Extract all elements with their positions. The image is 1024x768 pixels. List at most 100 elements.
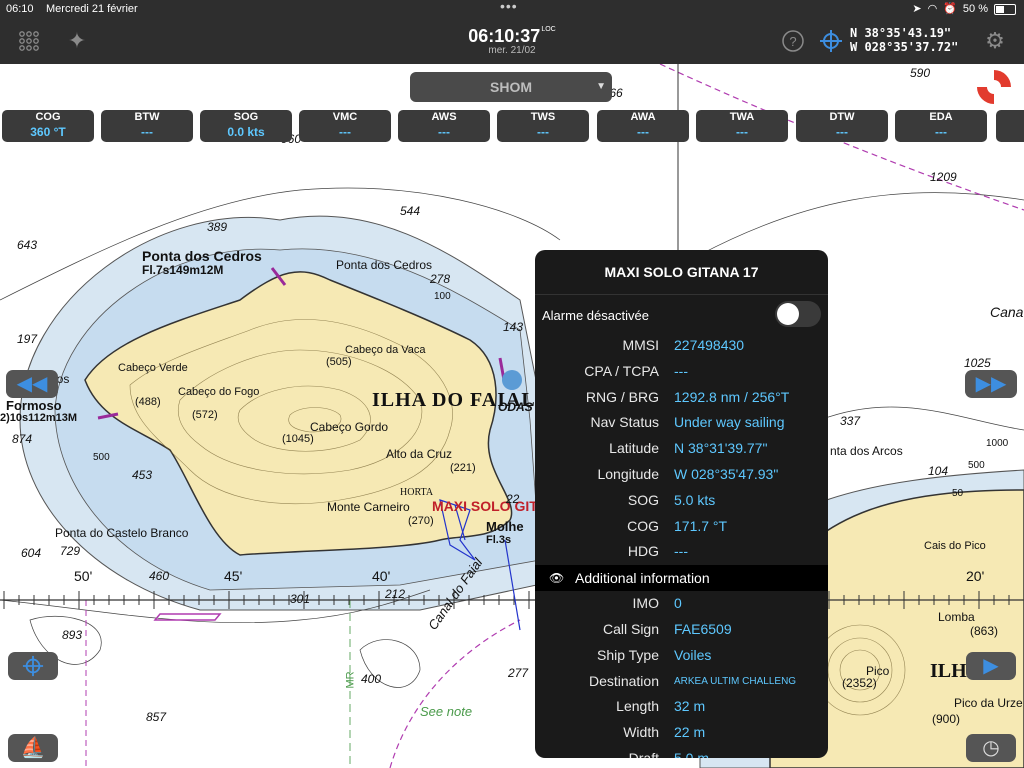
info-key: CPA / TCPA	[584, 362, 659, 379]
settings-gear-icon[interactable]: ⚙	[980, 26, 1010, 56]
info-row: Longitude W 028°35'47.93"	[535, 462, 828, 488]
info-value: 32 m	[674, 698, 706, 715]
center-position-button[interactable]	[8, 652, 58, 680]
lomba-alt-label: (863)	[970, 624, 999, 638]
play-button[interactable]: ▶	[966, 652, 1016, 680]
ponta-cedros-small-label: Ponta dos Cedros	[336, 258, 433, 272]
instrument-sog[interactable]: SOG 0.0 kts	[200, 110, 292, 142]
alto-cruz-label: Alto da Cruz	[386, 447, 453, 461]
info-key: COG	[627, 517, 659, 534]
instrument-vmc[interactable]: VMC ---	[299, 110, 391, 142]
info-row: Latitude N 38°31'39.77"	[535, 436, 828, 462]
instrument-value: ---	[339, 125, 351, 139]
info-key: IMO	[632, 595, 659, 612]
help-icon[interactable]: ?	[778, 26, 808, 56]
info-value: 5.0 kts	[674, 491, 716, 508]
vessel-map-label[interactable]: MAXI SOLO GIT	[432, 498, 538, 514]
info-value: 1292.8 nm / 256°T	[674, 388, 790, 405]
time-button[interactable]: ◷	[966, 734, 1016, 762]
additional-info-header[interactable]: 👁 Additional information	[535, 565, 828, 592]
info-key: Call Sign	[602, 620, 659, 637]
status-time: 06:10	[6, 3, 34, 15]
status-date: Mercredi 21 février	[46, 3, 138, 15]
additional-info-label: Additional information	[575, 570, 710, 587]
depth-label: 389	[207, 220, 228, 234]
fast-forward-icon: ▶▶	[975, 373, 1007, 395]
info-key: Draft	[628, 749, 659, 758]
depth-label: 104	[928, 464, 949, 478]
rewind-icon: ◀◀	[16, 373, 48, 395]
instrument-cog[interactable]: COG 360 °T	[2, 110, 94, 142]
depth-label: 874	[12, 432, 33, 446]
info-value: 171.7 °T	[674, 517, 728, 534]
clock-time: 06:10:37	[468, 26, 541, 46]
depth-label: 500	[93, 452, 110, 463]
info-value: 227498430	[674, 337, 745, 353]
info-key: Width	[623, 724, 659, 741]
pico-urze-alt-label: (900)	[932, 712, 961, 726]
info-row: CPA / TCPA ---	[535, 359, 828, 385]
grid-menu-icon[interactable]	[14, 26, 44, 56]
ponta-arcos-label: nta dos Arcos	[830, 444, 903, 458]
info-row: IMO 0	[535, 591, 828, 617]
alarm-row: Alarme désactivée	[535, 295, 828, 333]
instrument-label: EDA	[929, 111, 953, 123]
formoso-light-label: 2)10s112m13M	[0, 412, 78, 424]
ponta-cedros-light-label: Fl.7s149m12M	[142, 263, 224, 277]
instrument-tws[interactable]: TWS ---	[497, 110, 589, 142]
spot-height: (1045)	[282, 433, 314, 445]
info-value: Voiles	[674, 646, 712, 663]
nautical-chart[interactable]: ILHA DO FAIAL ILHA DO Ponta dos Cedros F…	[0, 64, 1024, 768]
battery-percent: 50 %	[962, 3, 988, 15]
lifebuoy-mob-icon[interactable]	[977, 70, 1011, 104]
cabeco-fogo-label: Cabeço do Fogo	[178, 386, 260, 398]
wifi-icon: ◠	[927, 3, 938, 15]
top-toolbar: ✦ 06:10:37LOC mer. 21/02 ? N 38°35'43.19…	[0, 18, 1024, 64]
cais-pico-label: Cais do Pico	[924, 540, 986, 552]
info-row: MMSI 227498430	[535, 333, 828, 359]
rewind-button[interactable]: ◀◀	[6, 370, 58, 398]
instrument-label: COG	[35, 111, 61, 123]
chart-source-label: SHOM	[490, 79, 532, 95]
molhe-label: Molhe	[486, 519, 524, 534]
info-row: Draft 5.0 m	[535, 746, 828, 758]
instrument-btw[interactable]: BTW ---	[101, 110, 193, 142]
chart-source-selector[interactable]: SHOM ▼	[410, 72, 612, 102]
mr-label: MR	[344, 671, 357, 689]
alarm-toggle[interactable]	[775, 301, 821, 327]
boat-view-button[interactable]: ⛵	[8, 734, 58, 762]
instrument-twa[interactable]: TWA ---	[696, 110, 788, 142]
instrument-value: ---	[736, 125, 748, 139]
info-row: Length 32 m	[535, 694, 828, 720]
depth-label: 590	[910, 66, 931, 80]
depth-label: 278	[430, 272, 451, 286]
fast-forward-button[interactable]: ▶▶	[965, 370, 1017, 398]
gps-crosshair-icon[interactable]	[816, 26, 846, 56]
info-key: MMSI	[622, 337, 659, 353]
depth-label: 500	[968, 460, 985, 471]
see-note-label: See note	[420, 704, 473, 719]
compass-star-icon[interactable]: ✦	[62, 26, 92, 56]
depth-label: 212	[385, 587, 406, 601]
depth-label: 544	[400, 204, 421, 218]
info-value: ---	[674, 543, 688, 560]
pico-alt-label: (2352)	[842, 676, 877, 690]
clock-suffix: LOC	[541, 26, 556, 33]
alarm-icon: ⏰	[943, 3, 957, 15]
instrument-awa[interactable]: AWA ---	[597, 110, 689, 142]
instrument-label: DTW	[829, 111, 855, 123]
instrument-aws[interactable]: AWS ---	[398, 110, 490, 142]
depth-label: 893	[62, 628, 83, 642]
multitask-dots-icon[interactable]: •••	[500, 0, 518, 15]
info-value: N 38°31'39.77"	[674, 440, 768, 457]
info-value: 0	[674, 595, 682, 612]
instrument-value: ---	[637, 125, 649, 139]
clock-icon: ◷	[982, 737, 1000, 759]
instrument-more[interactable]	[996, 110, 1024, 142]
info-row: COG 171.7 °T	[535, 514, 828, 540]
crosshair-icon	[22, 655, 44, 677]
instrument-dtw[interactable]: DTW ---	[796, 110, 888, 142]
alarm-label: Alarme désactivée	[542, 308, 649, 323]
horta-label: HORTA	[400, 487, 434, 498]
instrument-eda[interactable]: EDA ---	[895, 110, 987, 142]
